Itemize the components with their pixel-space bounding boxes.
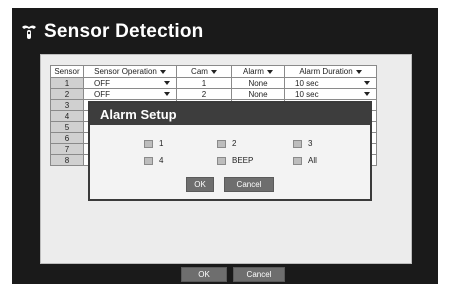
duration-select[interactable]: 10 sec: [284, 77, 377, 89]
checkbox[interactable]: [293, 139, 302, 148]
checkbox[interactable]: [293, 156, 302, 165]
sensor-icon: [20, 23, 38, 41]
operation-select[interactable]: OFF: [83, 88, 177, 100]
checkbox[interactable]: [217, 156, 226, 165]
sensor-number: 2: [50, 88, 84, 100]
option-label: BEEP: [232, 156, 254, 165]
cam-cell[interactable]: 1: [176, 77, 232, 89]
dialog-ok-button[interactable]: OK: [186, 177, 214, 192]
dialog-cancel-button[interactable]: Cancel: [224, 177, 274, 192]
chevron-down-icon: [210, 69, 217, 74]
ok-button[interactable]: OK: [181, 267, 227, 282]
chevron-down-icon: [159, 69, 166, 74]
cancel-button[interactable]: Cancel: [233, 267, 285, 282]
header-cam[interactable]: Cam: [176, 65, 232, 78]
cam-cell[interactable]: 2: [176, 88, 232, 100]
duration-select[interactable]: 10 sec: [284, 88, 377, 100]
checkbox[interactable]: [144, 156, 153, 165]
alarm-cell[interactable]: None: [231, 88, 285, 100]
operation-select[interactable]: OFF: [83, 77, 177, 89]
header-alarm-duration[interactable]: Alarm Duration: [284, 65, 377, 78]
table-row: 1 OFF 1 None 10 sec: [50, 77, 377, 89]
alarm-setup-dialog: Alarm Setup 1 2 3 4 BEEP All OK Cancel: [88, 101, 372, 201]
footer-buttons: OK Cancel: [181, 267, 285, 282]
sensor-number: 4: [50, 110, 84, 122]
sensor-number: 8: [50, 154, 84, 166]
option-beep[interactable]: BEEP: [217, 156, 253, 165]
page-title: Sensor Detection: [44, 21, 204, 42]
chevron-down-icon: [164, 81, 170, 85]
chevron-down-icon: [364, 81, 370, 85]
alarm-cell[interactable]: None: [231, 77, 285, 89]
sensor-number: 1: [50, 77, 84, 89]
chevron-down-icon: [164, 92, 170, 96]
option-label: 3: [308, 139, 313, 148]
option-1[interactable]: 1: [144, 139, 163, 148]
sensor-number: 6: [50, 132, 84, 144]
chevron-down-icon: [266, 69, 273, 74]
header-sensor: Sensor: [50, 65, 84, 78]
dialog-buttons: OK Cancel: [186, 177, 274, 192]
sensor-number: 5: [50, 121, 84, 133]
chevron-down-icon: [355, 69, 362, 74]
option-label: All: [308, 156, 317, 165]
option-3[interactable]: 3: [293, 139, 312, 148]
option-label: 4: [159, 156, 164, 165]
option-2[interactable]: 2: [217, 139, 236, 148]
option-all[interactable]: All: [293, 156, 317, 165]
option-label: 1: [159, 139, 164, 148]
title-bar: Sensor Detection: [20, 18, 420, 46]
table-row: 2 OFF 2 None 10 sec: [50, 88, 377, 100]
dialog-title: Alarm Setup: [90, 103, 370, 125]
header-alarm[interactable]: Alarm: [231, 65, 285, 78]
sensor-number: 7: [50, 143, 84, 155]
option-4[interactable]: 4: [144, 156, 163, 165]
checkbox[interactable]: [144, 139, 153, 148]
checkbox[interactable]: [217, 139, 226, 148]
option-label: 2: [232, 139, 237, 148]
chevron-down-icon: [364, 92, 370, 96]
sensor-number: 3: [50, 99, 84, 111]
header-sensor-operation[interactable]: Sensor Operation: [83, 65, 177, 78]
